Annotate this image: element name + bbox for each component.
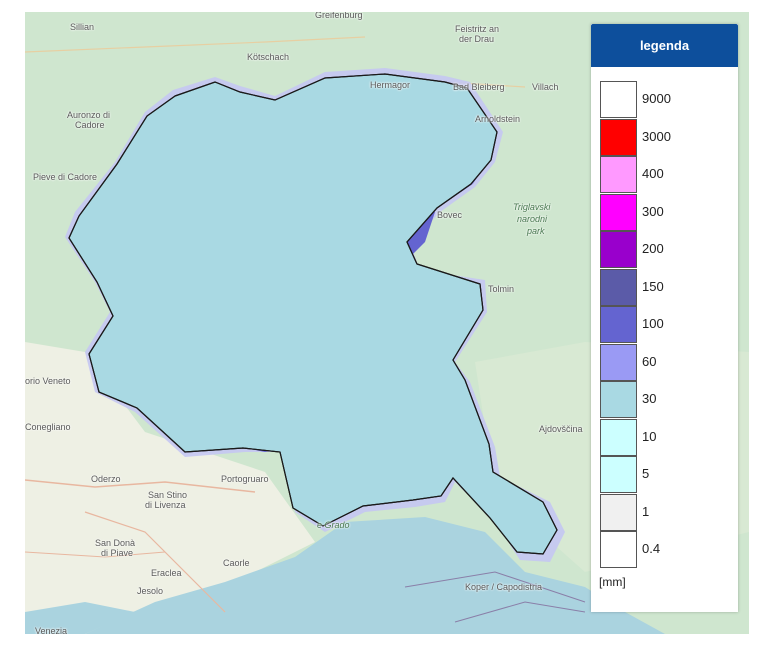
legend-swatch	[600, 81, 637, 118]
legend-swatch	[600, 156, 637, 193]
legend-swatch	[600, 343, 637, 381]
map-label-pieve: Pieve di Cadore	[33, 172, 98, 182]
map-label-feistritz: Feistritz an	[455, 24, 500, 34]
legend-label: 10	[642, 428, 657, 444]
legend-swatch	[600, 418, 637, 456]
map-label-eraclea: Eraclea	[151, 568, 182, 578]
map-label-koper: Koper / Capodistria	[465, 582, 543, 592]
map-label-caorle: Caorle	[223, 558, 250, 568]
legend-panel: legenda 9000 3000 400 300 200 150 100 60 30 10 5 1 0…	[591, 24, 738, 612]
map-label-greifenburg: Greifenburg	[315, 12, 363, 20]
legend-label: 400	[642, 166, 664, 181]
legend-swatch	[600, 381, 637, 418]
legend-label: 100	[642, 316, 664, 331]
map-label-auronzo-2: Cadore	[75, 120, 105, 130]
map-label-auronzo: Auronzo di	[67, 110, 111, 120]
legend-label: 300	[642, 203, 664, 219]
map-label-oderzo: Oderzo	[91, 474, 121, 484]
legend-label: 3000	[642, 128, 671, 144]
legend-label: 200	[642, 241, 664, 256]
map-label-san-dona: San Donà	[95, 538, 136, 548]
legend-label: 150	[642, 278, 664, 294]
legend-unit: [mm]	[599, 575, 626, 589]
legend-swatch	[600, 118, 637, 156]
map-label-san-stino-2: di Livenza	[145, 500, 186, 510]
map-label-conegliano: Conegliano	[25, 422, 71, 432]
map-label-venezia: Venezia	[35, 626, 68, 634]
legend-label: 0.4	[642, 541, 661, 556]
legend-swatch	[600, 231, 637, 268]
map-label-hermagor: Hermagor	[370, 80, 411, 90]
legend-label: 30	[642, 391, 657, 406]
map-label-arnoldstein: Arnoldstein	[475, 114, 521, 124]
legend-swatch	[600, 493, 637, 531]
legend-label: 9000	[642, 91, 671, 106]
legend-swatch	[600, 531, 637, 568]
map-label-san-dona-2: di Piave	[101, 548, 134, 558]
map-label-bad-bleiberg: Bad Bleiberg	[453, 82, 505, 92]
map-label-triglav-3: park	[527, 226, 545, 236]
map-label-triglav-2: narodni	[517, 214, 548, 224]
legend-swatch	[600, 306, 637, 343]
map-label-ajdovscina: Ajdovščina	[539, 424, 583, 434]
legend-swatch	[600, 456, 637, 493]
legend-label: 60	[642, 353, 657, 369]
map-label-tolmin: Tolmin	[488, 284, 515, 294]
map-label-kotschach: Kötschach	[247, 52, 290, 62]
legend-swatch	[600, 268, 637, 306]
legend-swatch	[600, 193, 637, 231]
map-label-vittorio: orio Veneto	[25, 376, 71, 386]
legend-label: 1	[642, 503, 650, 519]
map-label-feistritz-2: der Drau	[459, 34, 495, 44]
map-label-grado: e Grado	[317, 520, 350, 530]
legend-title: legenda	[591, 24, 738, 67]
map-label-sillian: Sillian	[70, 22, 95, 32]
map-label-portogruaro: Portogruaro	[221, 474, 269, 484]
map-label-villach: Villach	[532, 82, 559, 92]
map-label-jesolo: Jesolo	[137, 586, 164, 596]
legend-label: 5	[642, 466, 650, 481]
map-label-triglav: Triglavski	[513, 202, 551, 212]
map-label-bovec: Bovec	[437, 210, 463, 220]
map-label-san-stino: San Stino	[148, 490, 188, 500]
